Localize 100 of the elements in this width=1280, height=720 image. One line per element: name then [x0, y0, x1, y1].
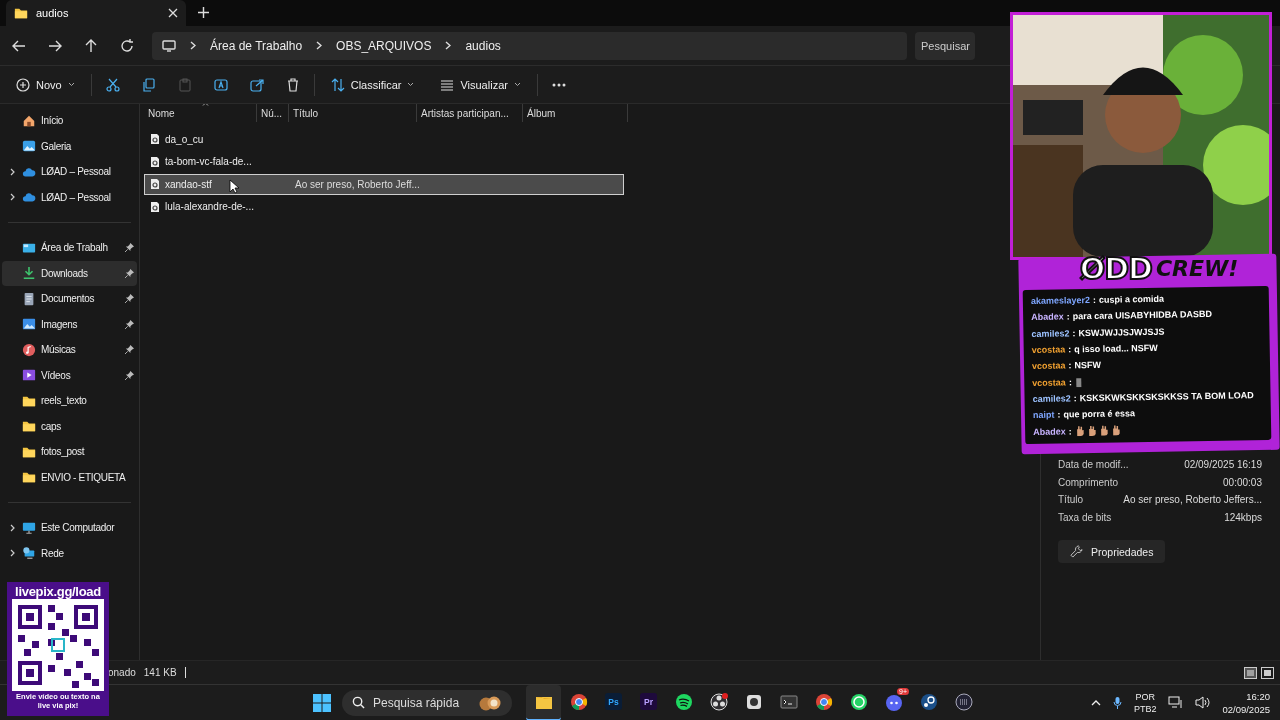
- home-icon: [22, 113, 36, 128]
- up-icon[interactable]: [84, 38, 98, 53]
- sidebar-item[interactable]: Área de Trabalh: [2, 235, 137, 261]
- copy-icon[interactable]: [141, 77, 156, 92]
- rename-icon[interactable]: [213, 77, 228, 92]
- sidebar-item[interactable]: fotos_post: [2, 439, 137, 465]
- chat-username: camiles2: [1031, 328, 1070, 339]
- window-tab[interactable]: audios: [6, 0, 186, 26]
- search-field[interactable]: Pesquisa rápida: [342, 689, 512, 716]
- hand-emoji-icon: [1110, 424, 1120, 436]
- sidebar-item[interactable]: LØAD – Pessoal: [2, 184, 137, 210]
- breadcrumb[interactable]: audios: [465, 38, 501, 53]
- more-icon[interactable]: [551, 82, 566, 87]
- mouse-cursor-icon: [229, 178, 239, 194]
- sidebar-item[interactable]: Downloads: [2, 260, 137, 286]
- folder-icon: [22, 419, 36, 434]
- close-icon[interactable]: [168, 8, 178, 18]
- property-label: Data de modif...: [1058, 459, 1129, 471]
- network-icon[interactable]: [1168, 696, 1184, 709]
- caret-icon: [407, 82, 415, 87]
- sidebar-item[interactable]: Documentos: [2, 286, 137, 312]
- chat-message: NSFW: [1074, 360, 1102, 371]
- details-view-icon[interactable]: [1244, 666, 1257, 679]
- sidebar-item[interactable]: Músicas: [2, 337, 137, 363]
- breadcrumb[interactable]: OBS_ARQUIVOS: [336, 38, 432, 53]
- trash-icon[interactable]: [285, 77, 300, 92]
- chat-separator: :: [1092, 295, 1096, 306]
- status-size: 141 KB: [143, 667, 177, 678]
- address-bar[interactable]: Área de Trabalho OBS_ARQUIVOS audios: [152, 31, 907, 60]
- back-icon[interactable]: [12, 38, 26, 53]
- chevron-icon[interactable]: [10, 193, 15, 202]
- column-header[interactable]: Título: [289, 104, 417, 122]
- windows-icon[interactable]: [312, 692, 332, 713]
- sidebar-item[interactable]: reels_texto: [2, 388, 137, 414]
- file-name: ta-bom-vc-fala-de...: [165, 156, 252, 167]
- caret-icon: [67, 82, 75, 87]
- sort-button[interactable]: Classificar: [328, 75, 417, 94]
- pin-icon: [123, 345, 134, 355]
- property-value: 00:00:03: [1223, 476, 1262, 488]
- column-header[interactable]: Artistas participan...: [417, 104, 523, 122]
- taskbar-button[interactable]: [526, 684, 561, 720]
- new-button[interactable]: Novo: [14, 75, 77, 94]
- computer-icon: [22, 520, 36, 535]
- breadcrumb[interactable]: Área de Trabalho: [210, 38, 303, 53]
- property-value: Ao ser preso, Roberto Jeffers...: [1123, 494, 1262, 506]
- sidebar-item[interactable]: ENVIO - ETIQUETA: [2, 464, 137, 490]
- view-button[interactable]: Visualizar: [438, 76, 523, 93]
- chevron-icon[interactable]: [10, 523, 15, 532]
- file-name: lula-alexandre-de-...: [165, 201, 254, 212]
- app-tile[interactable]: Pr: [640, 693, 657, 710]
- sidebar-item[interactable]: Rede: [2, 540, 137, 566]
- column-header[interactable]: Álbum: [523, 104, 628, 122]
- property-value: 124kbps: [1224, 511, 1262, 523]
- cut-icon[interactable]: [105, 77, 120, 92]
- new-tab-icon[interactable]: [198, 7, 209, 18]
- microphone-icon[interactable]: [1112, 695, 1122, 710]
- refresh-icon[interactable]: [120, 38, 134, 53]
- sidebar-item[interactable]: LØAD – Pessoal: [2, 159, 137, 185]
- audio-file-icon: [150, 178, 160, 190]
- app-tile[interactable]: Ps: [605, 693, 622, 710]
- chevron-icon[interactable]: [10, 167, 15, 176]
- tiles-view-icon[interactable]: [1261, 666, 1274, 679]
- sidebar-item[interactable]: Imagens: [2, 311, 137, 337]
- sort-icon: [330, 77, 345, 92]
- pin-icon: [123, 370, 134, 380]
- sidebar-item[interactable]: caps: [2, 413, 137, 439]
- share-icon[interactable]: [249, 77, 264, 92]
- sidebar-item[interactable]: Galeria: [2, 133, 137, 159]
- sidebar-item[interactable]: Este Computador: [2, 515, 137, 541]
- browser-icon: [813, 691, 834, 712]
- chevron-icon[interactable]: [10, 549, 15, 558]
- file-row[interactable]: ta-bom-vc-fala-de...: [144, 151, 624, 172]
- sidebar-item[interactable]: Início: [2, 108, 137, 134]
- column-header[interactable]: Nome: [144, 104, 257, 122]
- property-value: 02/09/2025 16:19: [1184, 459, 1262, 471]
- sidebar-item[interactable]: Vídeos: [2, 362, 137, 388]
- caret-icon: [513, 82, 521, 87]
- taskbar-button[interactable]: Pr: [631, 684, 666, 720]
- chevron-up-icon[interactable]: [1090, 699, 1101, 706]
- taskbar-button[interactable]: Ps: [596, 684, 631, 720]
- chat-username: akameslayer2: [1030, 295, 1090, 307]
- column-header[interactable]: Nú...: [257, 104, 289, 122]
- properties-button[interactable]: Propriedades: [1058, 540, 1166, 563]
- property-label: Título: [1058, 494, 1083, 506]
- file-row[interactable]: lula-alexandre-de-...: [144, 196, 624, 217]
- search-field[interactable]: Pesquisar: [915, 31, 975, 60]
- file-row[interactable]: xandao-stf Ao ser preso, Roberto Jeff...: [144, 173, 624, 195]
- lines-icon: [440, 78, 455, 91]
- clock[interactable]: 16:20 02/09/2025: [1222, 689, 1270, 716]
- qr-code-icon[interactable]: [12, 599, 104, 691]
- search-icon: [352, 696, 365, 709]
- forward-icon[interactable]: [48, 38, 62, 53]
- volume-icon[interactable]: [1195, 696, 1211, 709]
- chat-message: KSWJWJJSJWJSJS: [1078, 326, 1165, 338]
- language-indicator[interactable]: POR PTB2: [1133, 690, 1157, 715]
- folder-icon: [22, 470, 36, 485]
- file-row[interactable]: da_o_cu: [144, 128, 624, 150]
- chat-separator: :: [1068, 425, 1072, 436]
- chevron-icon: [445, 41, 452, 50]
- chat-separator: :: [1068, 360, 1072, 371]
